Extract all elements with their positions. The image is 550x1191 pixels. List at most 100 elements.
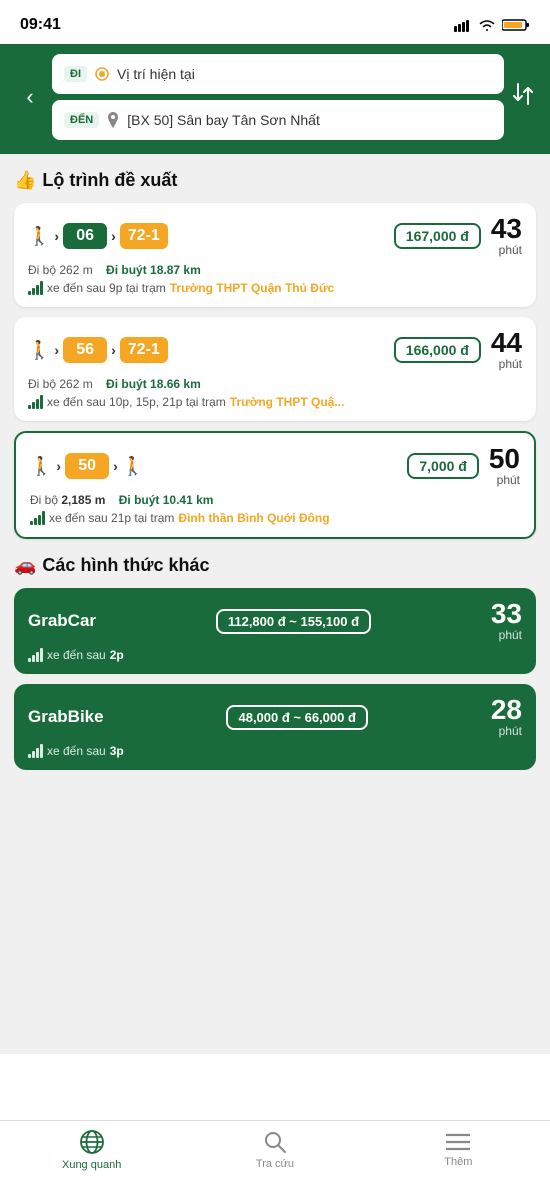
other-emoji: 🚗 <box>14 555 36 576</box>
to-text: [BX 50] Sân bay Tân Sơn Nhất <box>127 112 492 128</box>
time-block-3: 50 phút <box>489 445 520 487</box>
grabcar-time-num: 33 <box>491 600 522 628</box>
nav-them[interactable]: Thêm <box>418 1132 498 1168</box>
route-right-3: 7,000 đ 50 phút <box>407 445 520 487</box>
grabcar-price: 112,800 đ ~ 155,100 đ <box>216 609 371 634</box>
time-block-2: 44 phút <box>491 329 522 371</box>
back-button[interactable]: ‹ <box>16 84 44 110</box>
grabbike-time-unit: phút <box>491 724 522 738</box>
station-3: Đình thần Bình Quới Đông <box>178 511 329 525</box>
grabbike-wait-val: 3p <box>110 744 124 758</box>
price-badge-1: 167,000 đ <box>394 223 481 249</box>
arrow-icon: › <box>113 458 118 474</box>
bars-icon-1 <box>28 281 43 295</box>
route-right-1: 167,000 đ 43 phút <box>394 215 522 257</box>
signal-icon <box>454 19 472 32</box>
route-card-1[interactable]: 🚶 › 06 › 72-1 167,000 đ 43 phút Đi bộ 26… <box>14 203 536 307</box>
nav-tra-cuu[interactable]: Tra cứu <box>235 1130 315 1170</box>
bottom-nav: Xung quanh Tra cứu Thêm <box>0 1120 550 1191</box>
time-num-2: 44 <box>491 329 522 357</box>
wifi-icon <box>478 18 496 32</box>
route-details-3: Đi bộ 2,185 m Đi buýt 10.41 km <box>30 493 520 507</box>
bus-badge-72-1: 72-1 <box>120 223 168 249</box>
bus-badge-72-1b: 72-1 <box>120 337 168 363</box>
nav-them-label: Thêm <box>444 1156 472 1168</box>
route-details-2: Đi bộ 262 m Đi buýt 18.66 km <box>28 377 522 391</box>
swap-button[interactable] <box>512 80 534 114</box>
station-1: Trường THPT Quận Thủ Đức <box>170 281 335 295</box>
route-top-2: 🚶 › 56 › 72-1 166,000 đ 44 phút <box>28 329 522 371</box>
grabbike-bars-icon <box>28 744 43 758</box>
bus-km-2: Đi buýt 18.66 km <box>106 377 201 391</box>
walk-icon: 🚶 <box>28 340 50 361</box>
suggested-title: 👍 Lộ trình đề xuất <box>14 170 536 191</box>
grabbike-name: GrabBike <box>28 707 104 727</box>
bus-badge-50: 50 <box>65 453 109 479</box>
grabcar-wait: xe đến sau 2p <box>28 648 522 662</box>
time-block-1: 43 phút <box>491 215 522 257</box>
grabbike-wait: xe đến sau 3p <box>28 744 522 758</box>
suggested-emoji: 👍 <box>14 170 36 191</box>
route-icons-3: 🚶 › 50 › 🚶 <box>30 453 407 479</box>
status-bar: 09:41 <box>0 0 550 44</box>
battery-icon <box>502 18 530 32</box>
grabcar-card[interactable]: GrabCar 112,800 đ ~ 155,100 đ 33 phút xe… <box>14 588 536 674</box>
grabcar-top: GrabCar 112,800 đ ~ 155,100 đ 33 phút <box>28 600 522 642</box>
arrow-icon: › <box>54 228 59 244</box>
walk-icon: 🚶 <box>28 226 50 247</box>
grabcar-time-block: 33 phút <box>491 600 522 642</box>
route-top-1: 🚶 › 06 › 72-1 167,000 đ 43 phút <box>28 215 522 257</box>
nav-xung-quanh[interactable]: Xung quanh <box>52 1129 132 1171</box>
arrow-icon: › <box>111 228 116 244</box>
walk-icon-end: 🚶 <box>122 456 144 477</box>
route-icons-1: 🚶 › 06 › 72-1 <box>28 223 394 249</box>
route-wait-2: xe đến sau 10p, 15p, 21p tại trạm Trường… <box>28 395 522 409</box>
time-num-3: 50 <box>489 445 520 473</box>
from-field[interactable]: ĐI Vị trí hiện tại <box>52 54 504 94</box>
to-label: ĐẾN <box>64 112 99 128</box>
nav-tra-cuu-label: Tra cứu <box>256 1158 294 1170</box>
nav-xung-quanh-label: Xung quanh <box>62 1159 121 1171</box>
price-badge-2: 166,000 đ <box>394 337 481 363</box>
grabbike-price: 48,000 đ ~ 66,000 đ <box>226 705 367 730</box>
arrow-icon: › <box>111 342 116 358</box>
bus-badge-06: 06 <box>63 223 107 249</box>
grabbike-time-num: 28 <box>491 696 522 724</box>
bus-badge-56: 56 <box>63 337 107 363</box>
grabbike-top: GrabBike 48,000 đ ~ 66,000 đ 28 phút <box>28 696 522 738</box>
search-icon <box>263 1130 287 1154</box>
pin-icon <box>107 112 119 128</box>
bars-icon-3 <box>30 511 45 525</box>
grabcar-name: GrabCar <box>28 611 96 631</box>
location-dot-icon <box>95 67 109 81</box>
walk-icon: 🚶 <box>30 456 52 477</box>
route-wait-3: xe đến sau 21p tại trạm Đình thần Bình Q… <box>30 511 520 525</box>
bars-icon-2 <box>28 395 43 409</box>
arrow-icon: › <box>54 342 59 358</box>
time-num-1: 43 <box>491 215 522 243</box>
grabcar-wait-val: 2p <box>110 648 124 662</box>
search-header: ‹ ĐI Vị trí hiện tại ĐẾN [BX 50] Sân bay… <box>0 44 550 154</box>
time-unit-1: phút <box>491 243 522 257</box>
from-label: ĐI <box>64 66 87 82</box>
route-card-2[interactable]: 🚶 › 56 › 72-1 166,000 đ 44 phút Đi bộ 26… <box>14 317 536 421</box>
bus-km-1: Đi buýt 18.87 km <box>106 263 201 277</box>
station-2: Trường THPT Quậ... <box>230 395 345 409</box>
route-top-3: 🚶 › 50 › 🚶 7,000 đ 50 phút <box>30 445 520 487</box>
grabcar-bars-icon <box>28 648 43 662</box>
route-icons-2: 🚶 › 56 › 72-1 <box>28 337 394 363</box>
route-right-2: 166,000 đ 44 phút <box>394 329 522 371</box>
other-section: 🚗 Các hình thức khác GrabCar 112,800 đ ~… <box>14 555 536 770</box>
bus-km-3: Đi buýt 10.41 km <box>119 493 214 507</box>
route-card-3[interactable]: 🚶 › 50 › 🚶 7,000 đ 50 phút Đi bộ 2,185 m… <box>14 431 536 539</box>
to-field[interactable]: ĐẾN [BX 50] Sân bay Tân Sơn Nhất <box>52 100 504 140</box>
arrow-icon: › <box>56 458 61 474</box>
time-unit-2: phút <box>491 357 522 371</box>
time-unit-3: phút <box>489 473 520 487</box>
grabbike-card[interactable]: GrabBike 48,000 đ ~ 66,000 đ 28 phút xe … <box>14 684 536 770</box>
globe-icon <box>79 1129 105 1155</box>
route-wait-1: xe đến sau 9p tại trạm Trường THPT Quận … <box>28 281 522 295</box>
status-icons <box>454 18 530 32</box>
search-fields: ĐI Vị trí hiện tại ĐẾN [BX 50] Sân bay T… <box>52 54 504 140</box>
main-content: 👍 Lộ trình đề xuất 🚶 › 06 › 72-1 167,000… <box>0 154 550 1054</box>
